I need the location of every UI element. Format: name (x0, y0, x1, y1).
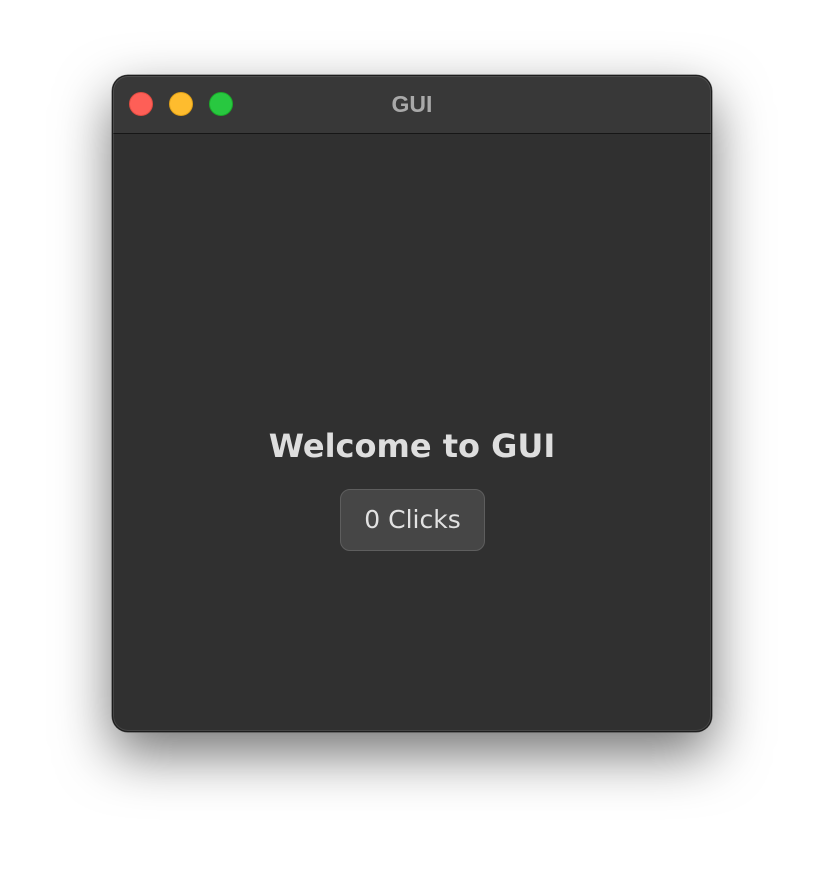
app-window: GUI Welcome to GUI 0 Clicks (112, 75, 712, 732)
title-bar[interactable]: GUI (113, 76, 711, 134)
welcome-heading: Welcome to GUI (268, 427, 556, 465)
window-content: Welcome to GUI 0 Clicks (113, 134, 711, 731)
window-title: GUI (391, 91, 433, 117)
click-counter-button[interactable]: 0 Clicks (340, 489, 485, 551)
